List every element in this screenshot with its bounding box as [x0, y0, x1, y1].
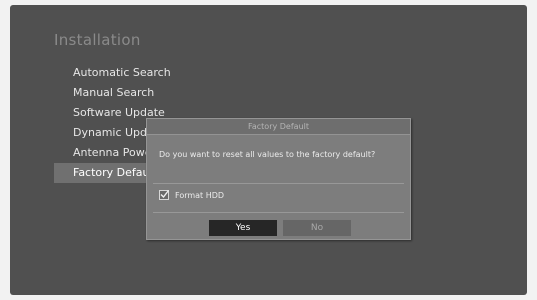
menu-item-manual-search[interactable]: Manual Search: [54, 83, 254, 103]
divider: [153, 183, 404, 184]
menu-item-label: Antenna Power: [73, 146, 157, 159]
tv-screen: Installation Automatic Search Manual Sea…: [10, 5, 527, 295]
menu-item-label: Factory Default: [73, 166, 157, 179]
factory-default-dialog: Factory Default Do you want to reset all…: [146, 118, 411, 240]
dialog-message: Do you want to reset all values to the f…: [159, 150, 376, 159]
menu-item-automatic-search[interactable]: Automatic Search: [54, 63, 254, 83]
page-title: Installation: [54, 31, 141, 49]
no-button[interactable]: No: [283, 220, 351, 236]
format-hdd-label: Format HDD: [175, 190, 225, 200]
format-hdd-checkbox[interactable]: [159, 190, 170, 200]
menu-item-label: Automatic Search: [73, 66, 171, 79]
yes-button[interactable]: Yes: [209, 220, 277, 236]
dialog-title: Factory Default: [147, 119, 410, 135]
divider: [153, 212, 404, 213]
menu-item-label: Manual Search: [73, 86, 155, 99]
checkmark-icon: [160, 190, 170, 199]
format-hdd-option[interactable]: Format HDD: [159, 190, 224, 200]
